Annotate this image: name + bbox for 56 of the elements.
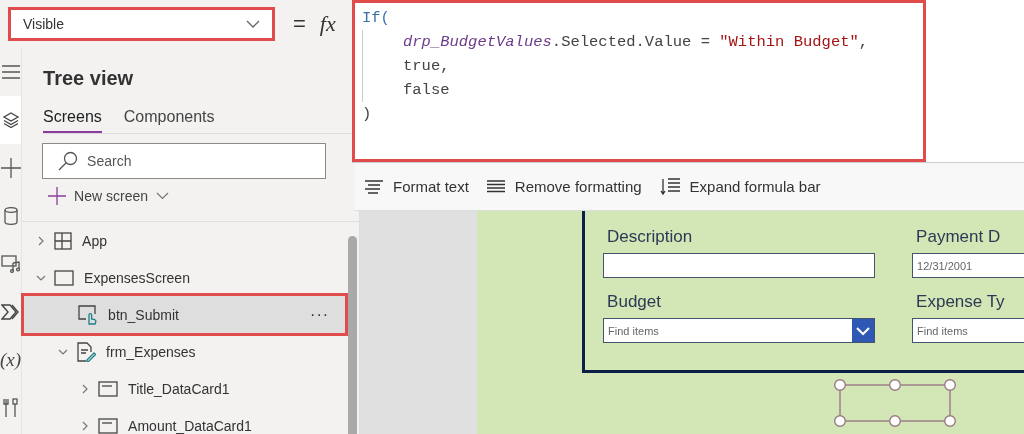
panel-title: Tree view	[43, 67, 135, 90]
variables-rail-button[interactable]: (x)	[0, 336, 22, 384]
code-line: true,	[362, 54, 916, 78]
code-line: false	[362, 78, 916, 102]
chevrons-icon	[0, 304, 21, 320]
tab[interactable]: Screens	[43, 108, 102, 133]
plus-icon	[48, 187, 67, 205]
combo-box[interactable]: Find items	[912, 318, 1024, 343]
layers-icon	[1, 111, 20, 129]
tab[interactable]: Components	[123, 108, 215, 133]
align-lines-icon	[365, 179, 383, 194]
tree-item[interactable]: Title_DataCard1	[22, 370, 346, 407]
search-field[interactable]: Search	[42, 143, 327, 179]
card-icon	[98, 417, 119, 434]
media-icon	[0, 255, 21, 273]
dropdown-button-icon	[852, 319, 875, 342]
field-label: Expense Ty	[916, 292, 1006, 312]
plus-icon	[0, 158, 21, 178]
tree-item[interactable]: btn_Submit ···	[24, 296, 346, 333]
card-icon	[98, 380, 119, 397]
toolbar-button[interactable]: Expand formula bar	[659, 177, 821, 196]
tools-icon	[2, 398, 19, 418]
field-label: Budget	[607, 292, 662, 312]
expand-lines-icon	[659, 177, 680, 196]
scrollbar[interactable]	[348, 236, 358, 434]
text-input[interactable]: 12/31/2001	[912, 253, 1024, 278]
field-label: Description	[607, 227, 694, 247]
tree-item[interactable]: ExpensesScreen	[22, 259, 346, 296]
lines-icon	[486, 179, 505, 194]
toolbar-button[interactable]: Format text	[365, 178, 469, 195]
code-line: drp_BudgetValues.Selected.Value = "Within Budget",	[362, 30, 916, 54]
cylinder-icon	[3, 207, 18, 225]
chevron-down-icon	[246, 20, 260, 28]
form-edit-icon	[76, 341, 97, 362]
selection-handles[interactable]	[834, 379, 957, 427]
fx-label: fx	[319, 11, 336, 37]
more-options-button[interactable]: ···	[310, 305, 330, 324]
search-icon	[58, 151, 79, 171]
new-screen-button[interactable]: New screen	[48, 187, 177, 205]
tree-item[interactable]: frm_Expenses	[22, 333, 346, 370]
menu-icon	[1, 65, 20, 79]
formula-editor[interactable]: If( drp_BudgetValues.Selected.Value = "Within Budget", true, false )	[352, 0, 926, 162]
field-label: Payment D	[916, 227, 1002, 247]
code-line: If(	[362, 8, 391, 29]
tree-item[interactable]: Amount_DataCard1	[22, 407, 346, 434]
pointer-icon	[78, 304, 99, 325]
property-dropdown[interactable]: Visible	[8, 7, 275, 41]
code-line: )	[362, 104, 373, 125]
toolbar-button[interactable]: Remove formatting	[486, 178, 642, 195]
text-input[interactable]	[603, 253, 876, 278]
app-icon	[54, 231, 73, 250]
equals-sign: =	[293, 11, 306, 37]
combo-box[interactable]: Find items	[603, 318, 876, 343]
screen-icon	[54, 269, 75, 286]
tree-item[interactable]: App	[22, 222, 346, 259]
chevron-down-icon	[156, 192, 169, 200]
